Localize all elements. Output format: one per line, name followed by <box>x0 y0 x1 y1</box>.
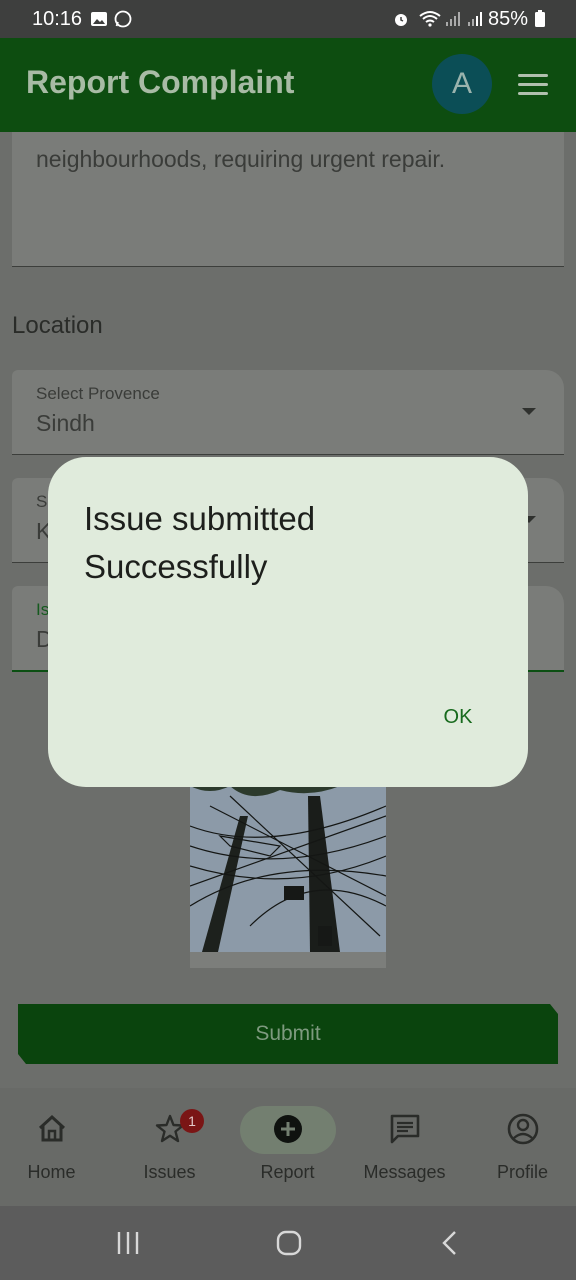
home-button-icon[interactable] <box>276 1230 302 1256</box>
issues-badge: 1 <box>180 1109 204 1133</box>
ok-button[interactable]: OK <box>424 695 492 739</box>
alarm-icon <box>395 14 407 26</box>
recent-apps-icon[interactable] <box>116 1230 140 1256</box>
add-circle-icon <box>273 1115 302 1143</box>
whatsapp-icon <box>114 10 132 28</box>
nav-home-label: Home <box>27 1162 76 1182</box>
dropdown-arrow-icon <box>522 408 536 415</box>
success-dialog: Issue submitted Successfully OK <box>48 457 528 787</box>
page-title: Report Complaint <box>26 64 295 100</box>
battery-icon <box>535 10 545 27</box>
profile-icon <box>507 1113 538 1145</box>
power-lines-photo <box>190 786 386 968</box>
nav-issues[interactable]: Issues <box>112 1088 227 1206</box>
bottom-nav: Home Issues Report Messages Profile <box>0 1088 576 1206</box>
status-time: 10:16 <box>32 8 83 30</box>
province-value: Sindh <box>36 410 95 436</box>
location-heading: Location <box>12 312 103 339</box>
menu-icon[interactable] <box>518 74 548 96</box>
app-bar: Report Complaint A <box>0 38 576 132</box>
battery-percentage: 85% <box>488 8 529 30</box>
system-nav-bar <box>0 1206 576 1280</box>
attached-photo <box>190 786 386 968</box>
nav-profile[interactable]: Profile <box>465 1088 576 1206</box>
description-field[interactable]: neighbourhoods, requiring urgent repair. <box>12 132 564 267</box>
province-label: Select Provence <box>36 384 160 403</box>
nav-messages[interactable]: Messages <box>347 1088 462 1206</box>
back-icon[interactable] <box>440 1230 460 1256</box>
gallery-icon <box>91 12 107 26</box>
message-icon <box>390 1114 419 1144</box>
submit-button[interactable]: Submit <box>18 1004 558 1064</box>
province-select[interactable]: Select Provence Sindh <box>12 370 564 455</box>
signal-icon <box>446 12 460 26</box>
nav-report[interactable]: Report <box>230 1088 345 1206</box>
wifi-icon <box>419 11 441 27</box>
dialog-message: Issue submitted Successfully <box>84 500 316 585</box>
nav-issues-label: Issues <box>143 1162 196 1182</box>
nav-home[interactable]: Home <box>0 1088 109 1206</box>
nav-profile-label: Profile <box>496 1162 549 1182</box>
nav-messages-label: Messages <box>363 1162 446 1182</box>
home-icon <box>38 1114 65 1142</box>
description-text: neighbourhoods, requiring urgent repair. <box>36 146 446 172</box>
nav-report-label: Report <box>260 1162 315 1182</box>
avatar[interactable]: A <box>432 54 492 114</box>
city-label: S <box>36 492 48 511</box>
status-bar: 10:16 85% <box>0 0 576 38</box>
signal-icon <box>468 12 482 26</box>
